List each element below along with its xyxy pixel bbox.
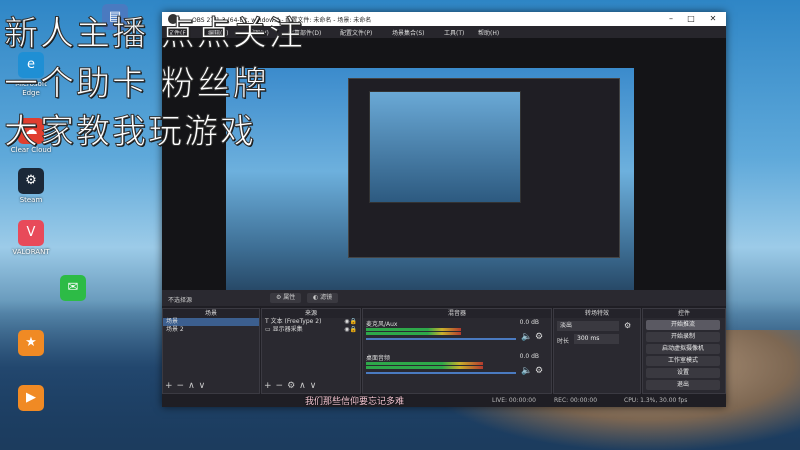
scenes-title: 场景 bbox=[163, 309, 259, 318]
virtual-camera-button[interactable]: 启动虚拟摄像机 bbox=[646, 344, 720, 354]
docks: 场景 场景 场景 2 +−∧∨ 来源 T 文本 (FreeType 2) ◉🔒 … bbox=[162, 308, 726, 394]
transitions-title: 转场特效 bbox=[554, 309, 640, 318]
desktop-icon-valorant[interactable]: V VALORANT bbox=[6, 220, 56, 257]
desktop-icon-app[interactable]: ★ bbox=[6, 330, 56, 358]
overlay-line-3: 大家教我玩游戏 bbox=[4, 112, 256, 153]
settings-button[interactable]: 设置 bbox=[646, 368, 720, 378]
filters-button[interactable]: ◐ 滤镜 bbox=[307, 293, 339, 303]
speaker-icon[interactable]: 🔈 bbox=[521, 332, 532, 342]
controls-title: 控件 bbox=[643, 309, 725, 318]
gear-icon[interactable]: ⚙ bbox=[624, 321, 631, 330]
exit-button[interactable]: 退出 bbox=[646, 380, 720, 390]
source-item[interactable]: T 文本 (FreeType 2) ◉🔒 bbox=[262, 318, 360, 326]
volume-slider[interactable] bbox=[366, 338, 516, 340]
volume-slider[interactable] bbox=[366, 372, 516, 374]
status-bar: LIVE: 00:00:00 REC: 00:00:00 CPU: 1.3%, … bbox=[162, 394, 726, 407]
duration-label: 时长 bbox=[557, 338, 570, 345]
desktop-icon-app2[interactable]: ▶ bbox=[6, 385, 56, 413]
source-label: 显示器采集 bbox=[272, 326, 303, 333]
source-label: 文本 (FreeType 2) bbox=[270, 318, 322, 325]
audio-meter bbox=[366, 332, 461, 335]
scene-item[interactable]: 场景 bbox=[163, 318, 259, 326]
scene-controls[interactable]: +−∧∨ bbox=[165, 381, 209, 391]
mixer-dock: 混音器 麦克风/Aux 0.0 dB 🔈 ⚙ 桌面音频 0.0 dB 🔈 ⚙ bbox=[362, 308, 552, 394]
properties-button[interactable]: ⚙ 属性 bbox=[270, 293, 302, 303]
source-controls[interactable]: +−⚙∧∨ bbox=[264, 381, 320, 391]
speaker-icon[interactable]: 🔈 bbox=[521, 366, 532, 376]
nested-preview-inner bbox=[369, 91, 521, 203]
app2-icon: ▶ bbox=[18, 385, 44, 411]
transition-select[interactable]: 淡出 bbox=[557, 321, 619, 331]
maximize-icon[interactable]: □ bbox=[682, 14, 700, 23]
filters-label: 滤镜 bbox=[320, 294, 333, 301]
duration-input[interactable]: 300 ms bbox=[574, 334, 619, 344]
gear-icon[interactable]: ⚙ bbox=[535, 366, 543, 376]
live-status: LIVE: 00:00:00 bbox=[492, 397, 536, 404]
scene-item[interactable]: 场景 2 bbox=[163, 326, 259, 334]
audio-meter bbox=[366, 362, 483, 365]
no-source-label: 不选择源 bbox=[168, 297, 193, 304]
menu-help[interactable]: 帮助(H) bbox=[478, 28, 499, 37]
eye-icon[interactable]: ◉🔒 bbox=[344, 318, 360, 326]
scenes-dock: 场景 场景 场景 2 +−∧∨ bbox=[162, 308, 260, 394]
audio-meter bbox=[366, 366, 483, 369]
subtitle-caption: 我们那些信仰要忘记多难 bbox=[305, 397, 405, 407]
channel-name: 桌面音频 bbox=[366, 355, 391, 362]
properties-label: 属性 bbox=[283, 294, 296, 301]
mixer-channel-mic: 麦克风/Aux 0.0 dB 🔈 ⚙ bbox=[363, 318, 551, 352]
close-icon[interactable]: ✕ bbox=[704, 14, 722, 23]
controls-dock: 控件 开始推流 开始录制 启动虚拟摄像机 工作室模式 设置 退出 bbox=[642, 308, 726, 394]
desktop-icon-wechat[interactable]: ✉ bbox=[48, 275, 98, 303]
eye-icon[interactable]: ◉🔒 bbox=[344, 326, 360, 334]
desktop-icon-label: VALORANT bbox=[12, 248, 50, 256]
menu-tools[interactable]: 工具(T) bbox=[444, 28, 464, 37]
cpu-status: CPU: 1.3%, 30.00 fps bbox=[624, 397, 688, 404]
studio-mode-button[interactable]: 工作室模式 bbox=[646, 356, 720, 366]
sources-title: 来源 bbox=[262, 309, 360, 318]
desktop-icon-steam[interactable]: ⚙ Steam bbox=[6, 168, 56, 205]
nested-preview bbox=[348, 78, 620, 258]
preview-canvas[interactable] bbox=[226, 68, 634, 298]
mixer-title: 混音器 bbox=[363, 309, 551, 318]
channel-db: 0.0 dB bbox=[519, 353, 539, 360]
channel-name: 麦克风/Aux bbox=[366, 321, 398, 328]
audio-meter bbox=[366, 328, 461, 331]
menu-profile[interactable]: 配置文件(P) bbox=[340, 28, 372, 37]
rec-status: REC: 00:00:00 bbox=[554, 397, 598, 404]
overlay-line-1: 新人主播 点点关注 bbox=[4, 14, 305, 55]
transitions-dock: 转场特效 淡出 ⚙ 时长 300 ms bbox=[553, 308, 641, 394]
start-recording-button[interactable]: 开始录制 bbox=[646, 332, 720, 342]
overlay-line-2: 一个助卡 粉丝牌 bbox=[4, 64, 269, 105]
mixer-channel-desktop: 桌面音频 0.0 dB 🔈 ⚙ bbox=[363, 352, 551, 386]
sources-dock: 来源 T 文本 (FreeType 2) ◉🔒 ▭ 显示器采集 ◉🔒 +−⚙∧∨ bbox=[261, 308, 361, 394]
app-icon: ★ bbox=[18, 330, 44, 356]
wechat-icon: ✉ bbox=[60, 275, 86, 301]
gear-icon[interactable]: ⚙ bbox=[535, 332, 543, 342]
valorant-icon: V bbox=[18, 220, 44, 246]
source-item[interactable]: ▭ 显示器采集 ◉🔒 bbox=[262, 326, 360, 334]
menu-scene-collection[interactable]: 场景集合(S) bbox=[392, 28, 425, 37]
minimize-icon[interactable]: – bbox=[662, 14, 680, 23]
start-streaming-button[interactable]: 开始推流 bbox=[646, 320, 720, 330]
channel-db: 0.0 dB bbox=[519, 319, 539, 326]
desktop-icon-label: Steam bbox=[19, 196, 43, 204]
source-toolbar: 不选择源 ⚙ 属性 ◐ 滤镜 bbox=[162, 290, 726, 306]
steam-icon: ⚙ bbox=[18, 168, 44, 194]
